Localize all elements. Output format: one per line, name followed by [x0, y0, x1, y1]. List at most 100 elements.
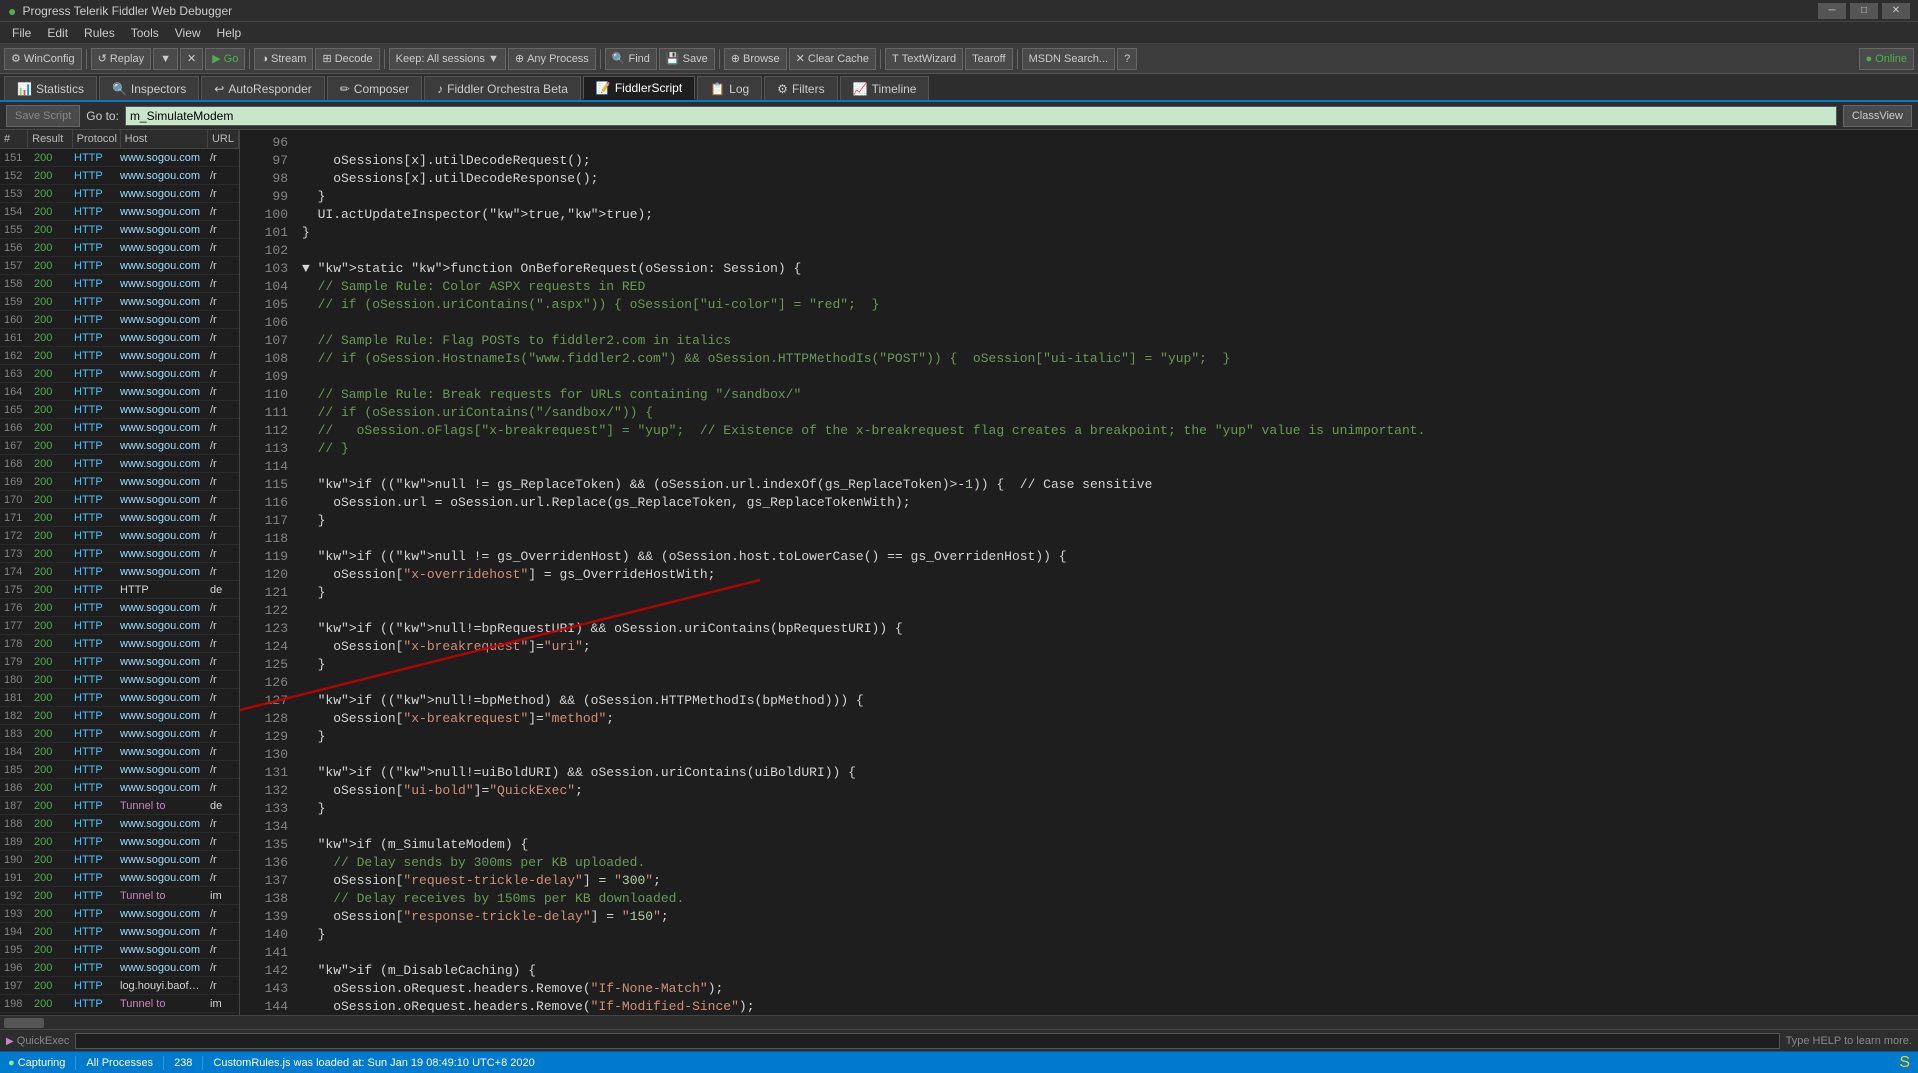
col-header-url[interactable]: URL [208, 130, 239, 148]
bottom-scrollbar[interactable] [0, 1015, 1918, 1029]
msdn-button[interactable]: MSDN Search... [1022, 48, 1115, 70]
session-row[interactable]: 191 200 HTTP www.sogou.com /r [0, 869, 239, 887]
session-row[interactable]: 178 200 HTTP www.sogou.com /r [0, 635, 239, 653]
session-row[interactable]: 155 200 HTTP www.sogou.com /r [0, 221, 239, 239]
process-button[interactable]: ⊕ Any Process [508, 48, 596, 70]
session-row[interactable]: 172 200 HTTP www.sogou.com /r [0, 527, 239, 545]
session-row[interactable]: 181 200 HTTP www.sogou.com /r [0, 689, 239, 707]
text-wizard-button[interactable]: T TextWizard [885, 48, 963, 70]
goto-input[interactable] [125, 106, 1837, 126]
session-row[interactable]: 159 200 HTTP www.sogou.com /r [0, 293, 239, 311]
session-row[interactable]: 152 200 HTTP www.sogou.com /r [0, 167, 239, 185]
tab-timeline[interactable]: 📈 Timeline [840, 76, 930, 100]
session-row[interactable]: 153 200 HTTP www.sogou.com /r [0, 185, 239, 203]
session-row[interactable]: 173 200 HTTP www.sogou.com /r [0, 545, 239, 563]
session-row[interactable]: 198 200 HTTP Tunnel to im [0, 995, 239, 1013]
tab-inspectors[interactable]: 🔍 Inspectors [99, 76, 199, 100]
session-row[interactable]: 163 200 HTTP www.sogou.com /r [0, 365, 239, 383]
session-row[interactable]: 175 200 HTTP HTTP de [0, 581, 239, 599]
session-row[interactable]: 187 200 HTTP Tunnel to de [0, 797, 239, 815]
tearoff-button[interactable]: Tearoff [965, 48, 1012, 70]
session-row[interactable]: 166 200 HTTP www.sogou.com /r [0, 419, 239, 437]
session-row[interactable]: 167 200 HTTP www.sogou.com /r [0, 437, 239, 455]
scroll-thumb[interactable] [4, 1018, 44, 1028]
find-button[interactable]: 🔍 Find [605, 48, 657, 70]
tab-fiddler-orchestra[interactable]: ♪ Fiddler Orchestra Beta [424, 76, 581, 100]
minimize-button[interactable]: ─ [1818, 3, 1846, 19]
session-row[interactable]: 161 200 HTTP www.sogou.com /r [0, 329, 239, 347]
session-row[interactable]: 184 200 HTTP www.sogou.com /r [0, 743, 239, 761]
session-row[interactable]: 157 200 HTTP www.sogou.com /r [0, 257, 239, 275]
help-button[interactable]: ? [1117, 48, 1137, 70]
stop-button[interactable]: ✕ [180, 48, 203, 70]
session-row[interactable]: 193 200 HTTP www.sogou.com /r [0, 905, 239, 923]
tab-filters[interactable]: ⚙ Filters [764, 76, 837, 100]
session-row[interactable]: 179 200 HTTP www.sogou.com /r [0, 653, 239, 671]
menu-file[interactable]: File [4, 24, 39, 42]
session-row[interactable]: 192 200 HTTP Tunnel to im [0, 887, 239, 905]
stream-button[interactable]: ◑ Stream [254, 48, 313, 70]
session-row[interactable]: 170 200 HTTP www.sogou.com /r [0, 491, 239, 509]
session-row[interactable]: 182 200 HTTP www.sogou.com /r [0, 707, 239, 725]
session-row[interactable]: 195 200 HTTP www.sogou.com /r [0, 941, 239, 959]
menu-tools[interactable]: Tools [123, 24, 167, 42]
save-script-button[interactable]: Save Script [6, 105, 80, 127]
winconfig-button[interactable]: ⚙ WinConfig [4, 48, 82, 70]
session-row[interactable]: 158 200 HTTP www.sogou.com /r [0, 275, 239, 293]
code-panel[interactable]: 9697989910010110210310410510610710810911… [240, 130, 1918, 1015]
session-row[interactable]: 171 200 HTTP www.sogou.com /r [0, 509, 239, 527]
session-row[interactable]: 162 200 HTTP www.sogou.com /r [0, 347, 239, 365]
menu-rules[interactable]: Rules [76, 24, 123, 42]
replay-dropdown[interactable]: ▼ [153, 48, 178, 70]
go-button[interactable]: ▶ Go [205, 48, 245, 70]
session-row[interactable]: 197 200 HTTP log.houyi.baofeng.net /r [0, 977, 239, 995]
session-row[interactable]: 185 200 HTTP www.sogou.com /r [0, 761, 239, 779]
tab-statistics[interactable]: 📊 Statistics [4, 76, 97, 100]
session-row[interactable]: 169 200 HTTP www.sogou.com /r [0, 473, 239, 491]
tab-autoresponder[interactable]: ↩ AutoResponder [201, 76, 324, 100]
session-row[interactable]: 196 200 HTTP www.sogou.com /r [0, 959, 239, 977]
col-header-host[interactable]: Host [121, 130, 208, 148]
menu-view[interactable]: View [167, 24, 209, 42]
menu-help[interactable]: Help [209, 24, 250, 42]
maximize-button[interactable]: □ [1850, 3, 1878, 19]
session-row[interactable]: 154 200 HTTP www.sogou.com /r [0, 203, 239, 221]
clear-cache-button[interactable]: ✕ Clear Cache [789, 48, 876, 70]
session-row[interactable]: 189 200 HTTP www.sogou.com /r [0, 833, 239, 851]
tab-fiddlerscript[interactable]: 📝 FiddlerScript [583, 76, 695, 100]
col-header-result[interactable]: Result [28, 130, 73, 148]
menu-edit[interactable]: Edit [39, 24, 76, 42]
session-row[interactable]: 190 200 HTTP www.sogou.com /r [0, 851, 239, 869]
session-result: 200 [30, 746, 70, 758]
session-row[interactable]: 164 200 HTTP www.sogou.com /r [0, 383, 239, 401]
save-button[interactable]: 💾 Save [659, 48, 715, 70]
session-row[interactable]: 165 200 HTTP www.sogou.com /r [0, 401, 239, 419]
capturing-status: ● Capturing [8, 1057, 65, 1069]
quickexec-input[interactable] [75, 1033, 1779, 1049]
col-header-proto[interactable]: Protocol [73, 130, 121, 148]
tab-composer[interactable]: ✏ Composer [327, 76, 422, 100]
decode-button[interactable]: ⊞ Decode [315, 48, 379, 70]
session-row[interactable]: 156 200 HTTP www.sogou.com /r [0, 239, 239, 257]
session-row[interactable]: 188 200 HTTP www.sogou.com /r [0, 815, 239, 833]
session-row[interactable]: 180 200 HTTP www.sogou.com /r [0, 671, 239, 689]
session-row[interactable]: 177 200 HTTP www.sogou.com /r [0, 617, 239, 635]
tab-bar: 📊 Statistics 🔍 Inspectors ↩ AutoResponde… [0, 74, 1918, 102]
close-button[interactable]: ✕ [1882, 3, 1910, 19]
session-row[interactable]: 151 200 HTTP www.sogou.com /r [0, 149, 239, 167]
col-header-num[interactable]: # [0, 130, 28, 148]
browse-button[interactable]: ⊕ Browse [724, 48, 787, 70]
replay-button[interactable]: ↺ Replay [91, 48, 151, 70]
session-row[interactable]: 194 200 HTTP www.sogou.com /r [0, 923, 239, 941]
session-row[interactable]: 174 200 HTTP www.sogou.com /r [0, 563, 239, 581]
session-row[interactable]: 160 200 HTTP www.sogou.com /r [0, 311, 239, 329]
session-row[interactable]: 199 200 HTTP Tunnel to im [0, 1013, 239, 1015]
tab-log[interactable]: 📋 Log [697, 76, 762, 100]
online-button[interactable]: ● Online [1859, 48, 1914, 70]
session-row[interactable]: 168 200 HTTP www.sogou.com /r [0, 455, 239, 473]
classview-button[interactable]: ClassView [1843, 105, 1912, 127]
session-row[interactable]: 183 200 HTTP www.sogou.com /r [0, 725, 239, 743]
session-row[interactable]: 186 200 HTTP www.sogou.com /r [0, 779, 239, 797]
keep-button[interactable]: Keep: All sessions ▼ [389, 48, 506, 70]
session-row[interactable]: 176 200 HTTP www.sogou.com /r [0, 599, 239, 617]
